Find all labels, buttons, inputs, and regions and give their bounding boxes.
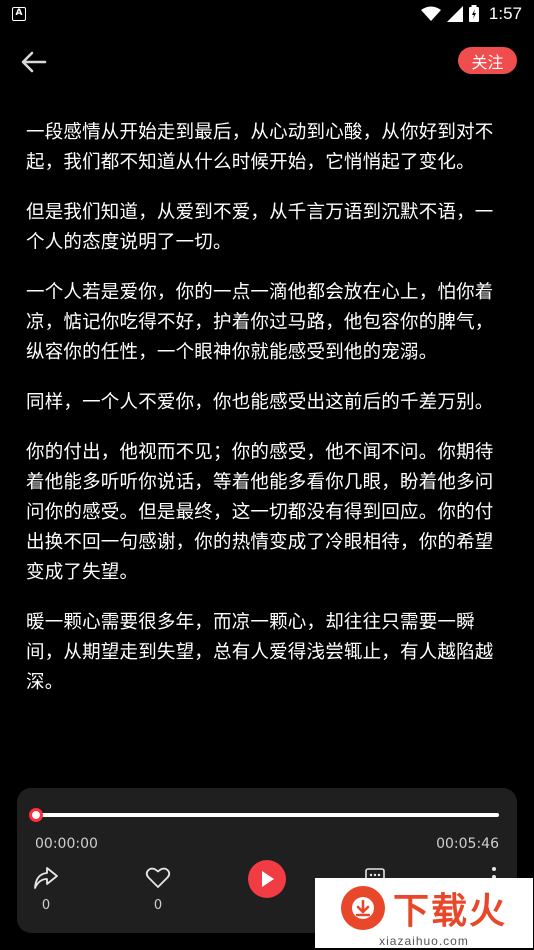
play-icon bbox=[262, 871, 274, 887]
battery-icon bbox=[468, 5, 479, 22]
app-notification-icon: A bbox=[12, 6, 26, 21]
article-paragraph: 但是我们知道，从爱到不爱，从千言万语到沉默不语，一个人的态度说明了一切。 bbox=[26, 202, 494, 253]
wifi-icon bbox=[420, 6, 441, 21]
watermark-url: xiazaihuo.com bbox=[379, 934, 469, 948]
heart-icon bbox=[145, 867, 171, 888]
article-paragraph: 暖一颗心需要很多年，而凉一颗心，却往往只需要一瞬间，从期望走到失望，总有人爱得浅… bbox=[26, 612, 494, 693]
arrow-left-icon bbox=[21, 51, 47, 73]
share-count: 0 bbox=[41, 898, 51, 913]
download-logo-icon bbox=[340, 886, 385, 930]
article-paragraph: 你的付出，他视而不见；你的感受，他不闻不问。你期待着他能多听听你说话，等着他能多… bbox=[26, 442, 494, 583]
watermark: 下载火 xiazaihuo.com bbox=[315, 878, 533, 948]
progress-knob[interactable] bbox=[29, 808, 43, 822]
status-right: 1:57 bbox=[420, 3, 522, 24]
follow-button[interactable]: 关注 bbox=[458, 47, 517, 74]
signal-icon bbox=[446, 5, 463, 22]
article-paragraph: 同样，一个人不爱你，你也能感受出这前后的千差万别。 bbox=[26, 392, 494, 413]
header: 关注 bbox=[0, 40, 534, 84]
progress-bar[interactable] bbox=[35, 813, 499, 817]
like-button[interactable]: 0 bbox=[145, 866, 171, 913]
article-body: 一段感情从开始走到最后，从心动到心酸，从你好到对不起，我们都不知道从什么时候开始… bbox=[26, 118, 508, 770]
status-left: A bbox=[12, 6, 26, 21]
like-count: 0 bbox=[153, 898, 163, 913]
watermark-title: 下载火 bbox=[392, 891, 507, 932]
article-paragraph: 一段感情从开始走到最后，从心动到心酸，从你好到对不起，我们都不知道从什么时候开始… bbox=[26, 122, 494, 173]
share-button[interactable]: 0 bbox=[33, 866, 59, 913]
play-button[interactable] bbox=[248, 860, 286, 898]
status-bar: A 1:57 bbox=[0, 0, 534, 27]
share-icon bbox=[34, 867, 58, 889]
status-time: 1:57 bbox=[488, 3, 522, 23]
watermark-top: 下载火 bbox=[340, 882, 507, 934]
total-time: 00:05:46 bbox=[436, 836, 499, 852]
back-button[interactable] bbox=[18, 46, 50, 78]
current-time: 00:00:00 bbox=[35, 836, 98, 852]
article-paragraph: 一个人若是爱你，你的一点一滴他都会放在心上，怕你着凉，惦记你吃得不好，护着你过马… bbox=[26, 282, 494, 363]
